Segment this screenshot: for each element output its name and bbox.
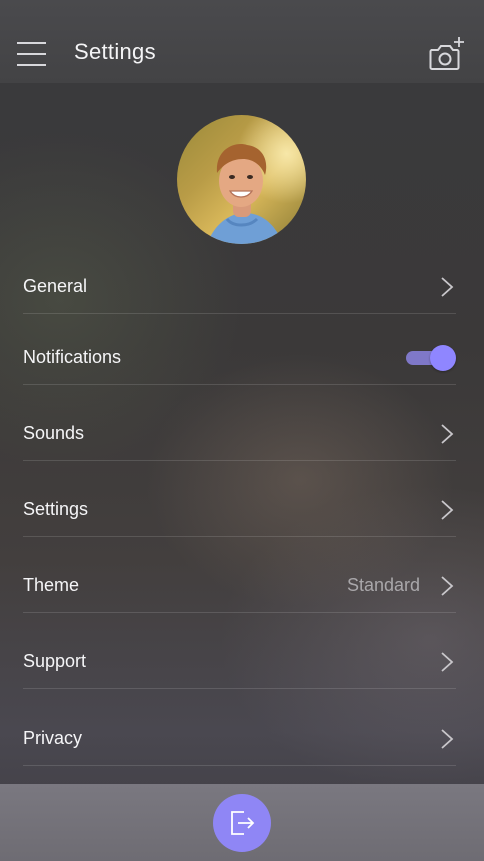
row-label: General	[23, 276, 88, 296]
notifications-toggle[interactable]	[406, 345, 456, 371]
settings-row-general[interactable]: General	[23, 262, 456, 312]
page-title: Settings	[74, 39, 156, 64]
divider	[23, 384, 456, 385]
divider	[23, 688, 456, 689]
divider	[23, 313, 456, 314]
divider	[23, 460, 456, 461]
camera-add-icon[interactable]	[428, 36, 468, 72]
chevron-right-icon	[441, 424, 454, 444]
row-label: Theme	[23, 575, 80, 595]
hamburger-menu-icon[interactable]	[17, 42, 47, 66]
divider	[23, 612, 456, 613]
logout-button[interactable]	[213, 794, 271, 852]
chevron-right-icon	[441, 576, 454, 596]
user-avatar[interactable]	[177, 115, 306, 244]
theme-value: Standard	[346, 575, 420, 595]
row-label: Settings	[23, 499, 89, 519]
row-label: Privacy	[23, 728, 83, 748]
settings-row-privacy[interactable]: Privacy	[23, 714, 456, 764]
logout-icon	[231, 811, 255, 835]
row-label: Notifications	[23, 347, 122, 367]
settings-row-theme[interactable]: Theme Standard	[23, 561, 456, 611]
row-label: Sounds	[23, 423, 85, 443]
toggle-knob	[430, 345, 456, 371]
chevron-right-icon	[441, 729, 454, 749]
row-label: Support	[23, 651, 87, 671]
settings-row-support[interactable]: Support	[23, 637, 456, 687]
divider	[23, 765, 456, 766]
divider	[23, 536, 456, 537]
settings-row-settings[interactable]: Settings	[23, 485, 456, 535]
settings-row-sounds[interactable]: Sounds	[23, 409, 456, 459]
chevron-right-icon	[441, 277, 454, 297]
chevron-right-icon	[441, 652, 454, 672]
app-header: Settings	[0, 0, 484, 83]
chevron-right-icon	[441, 500, 454, 520]
settings-row-notifications: Notifications	[23, 333, 456, 383]
